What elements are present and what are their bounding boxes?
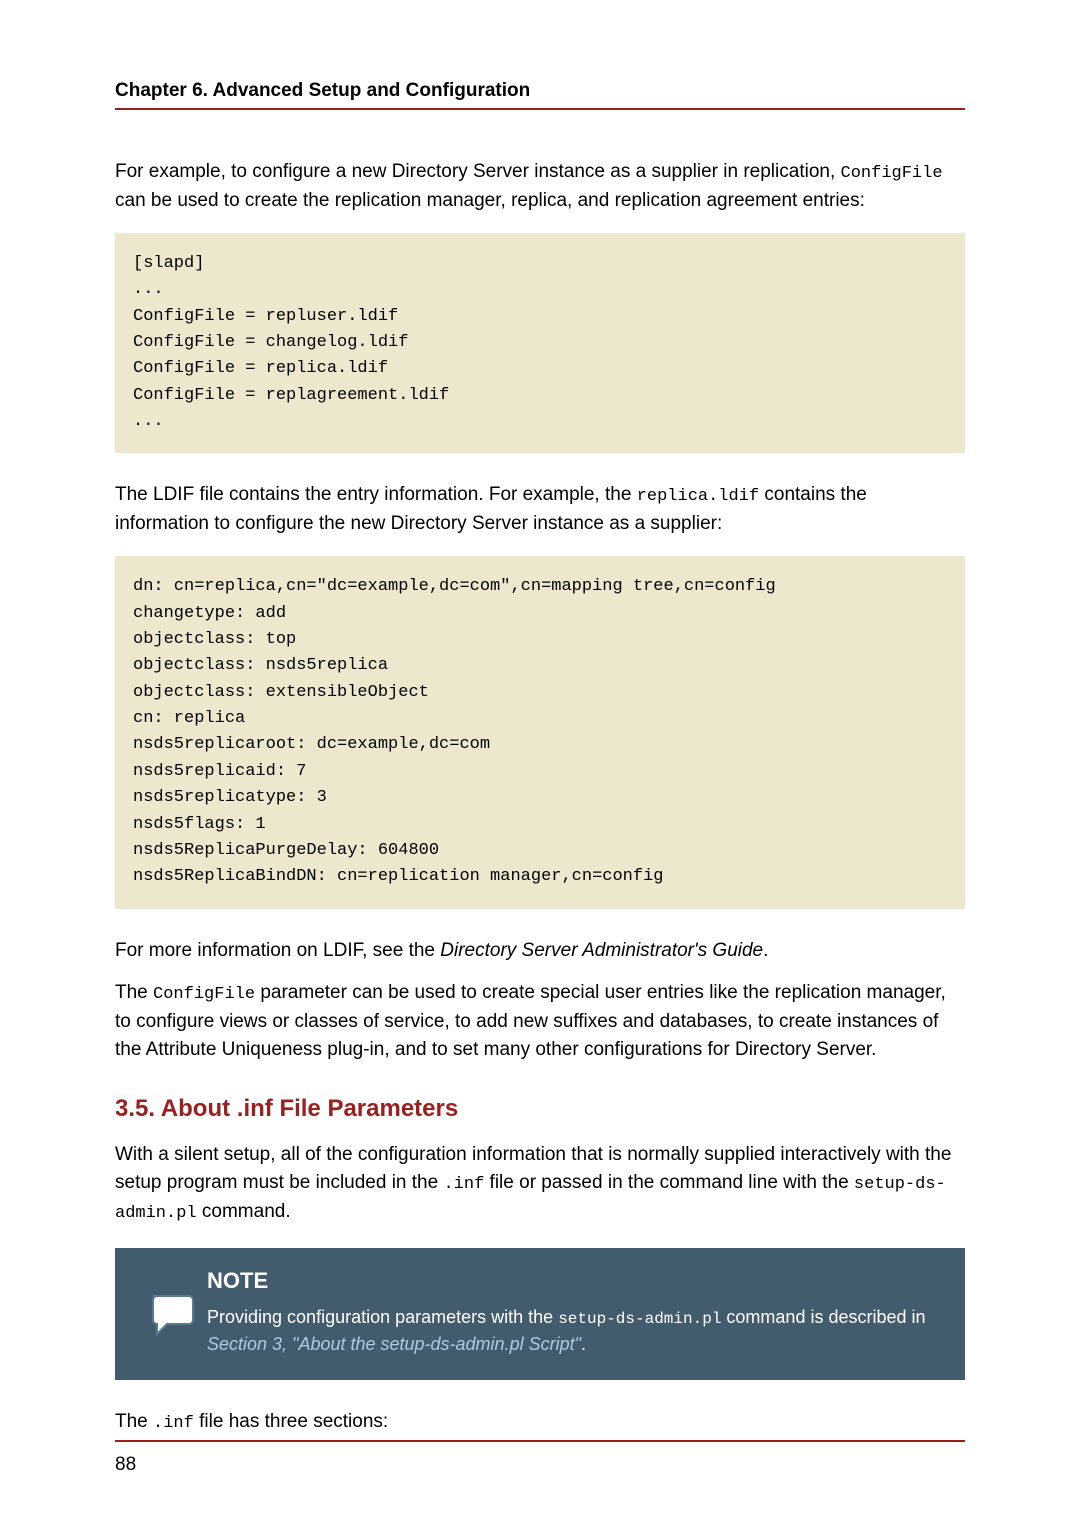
paragraph-silent-setup: With a silent setup, all of the configur…: [115, 1141, 965, 1227]
text: For more information on LDIF, see the: [115, 940, 440, 961]
text: command is described in: [721, 1307, 925, 1327]
inline-code-configfile: ConfigFile: [841, 164, 943, 183]
text: Providing configuration parameters with …: [207, 1307, 558, 1327]
note-speech-icon: [147, 1290, 195, 1338]
note-title: NOTE: [207, 1268, 945, 1294]
text: file has three sections:: [194, 1411, 388, 1432]
inline-code-setup-ds-admin: setup-ds-admin.pl: [558, 1310, 721, 1328]
note-content: NOTE Providing configuration parameters …: [207, 1268, 945, 1358]
code-block-slapd: [slapd] ... ConfigFile = repluser.ldif C…: [115, 233, 965, 453]
section-heading: 3.5. About .inf File Parameters: [115, 1095, 965, 1123]
text: can be used to create the replication ma…: [115, 190, 865, 211]
cross-reference-link[interactable]: Section 3, "About the setup-ds-admin.pl …: [207, 1334, 581, 1354]
paragraph-intro: For example, to configure a new Director…: [115, 158, 965, 215]
page: Chapter 6. Advanced Setup and Configurat…: [0, 0, 1080, 1528]
note-icon-column: [135, 1268, 207, 1358]
book-title: Directory Server Administrator's Guide: [440, 940, 763, 961]
note-box: NOTE Providing configuration parameters …: [115, 1248, 965, 1380]
inline-code-configfile: ConfigFile: [153, 985, 255, 1004]
text: file or passed in the command line with …: [484, 1172, 854, 1193]
text: The: [115, 1411, 153, 1432]
inline-code-inf: .inf: [443, 1175, 484, 1194]
note-text: Providing configuration parameters with …: [207, 1304, 945, 1358]
inline-code-inf: .inf: [153, 1414, 194, 1433]
paragraph-ldif-intro: The LDIF file contains the entry informa…: [115, 481, 965, 538]
text: For example, to configure a new Director…: [115, 161, 841, 182]
footer-rule: [115, 1440, 965, 1442]
paragraph-more-info: For more information on LDIF, see the Di…: [115, 937, 965, 966]
chapter-header: Chapter 6. Advanced Setup and Configurat…: [115, 80, 965, 110]
code-block-ldif: dn: cn=replica,cn="dc=example,dc=com",cn…: [115, 556, 965, 908]
page-number: 88: [115, 1454, 136, 1476]
paragraph-inf-sections: The .inf file has three sections:: [115, 1408, 965, 1437]
text: .: [581, 1334, 586, 1354]
paragraph-configfile-uses: The ConfigFile parameter can be used to …: [115, 979, 965, 1065]
text: .: [763, 940, 768, 961]
text: The LDIF file contains the entry informa…: [115, 484, 637, 505]
text: command.: [197, 1201, 291, 1222]
inline-code-replica-ldif: replica.ldif: [637, 487, 759, 506]
text: The: [115, 982, 153, 1003]
